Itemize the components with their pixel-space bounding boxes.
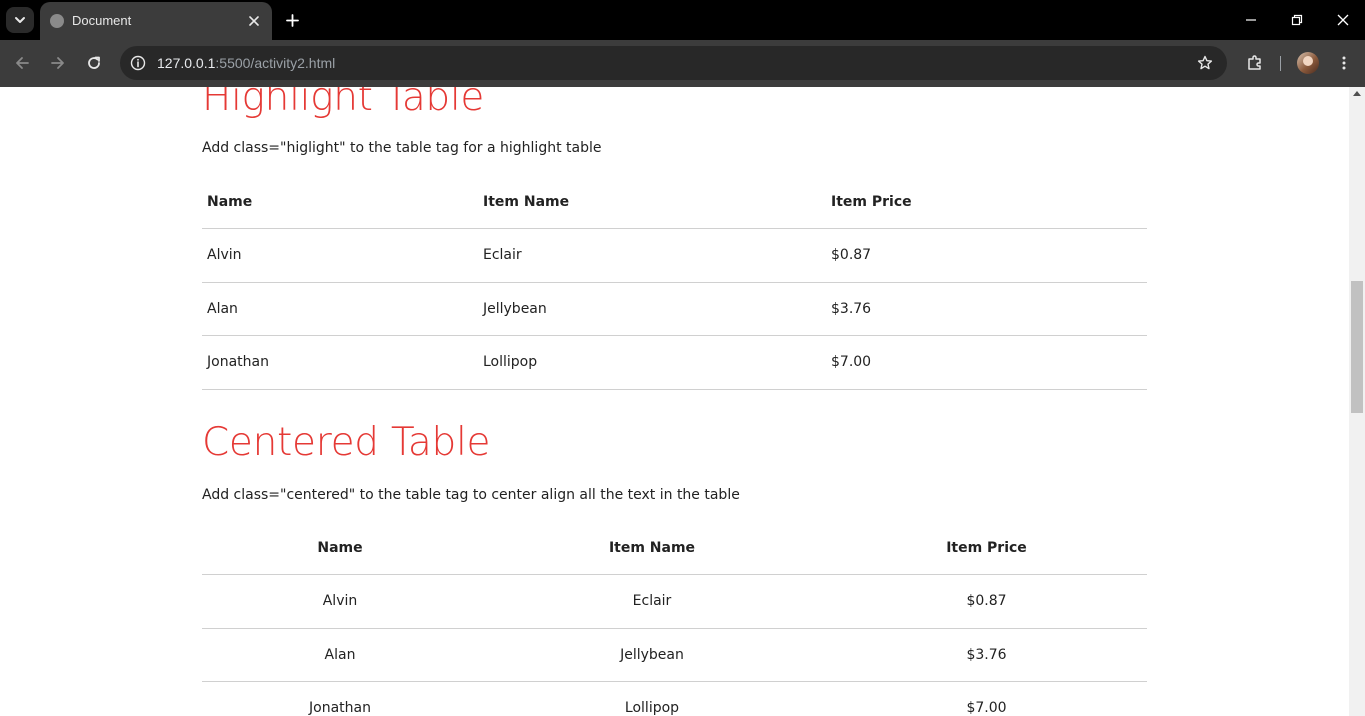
cell-item-price: $0.87 (966, 593, 1007, 610)
new-tab-button[interactable] (280, 8, 304, 32)
site-info-icon[interactable] (128, 53, 148, 73)
page-viewport: Highlight Table Add class="higlight" to … (0, 87, 1349, 716)
table-row: Alan Jellybean $3.76 (202, 628, 1147, 682)
table-row: Alvin Eclair $0.87 (202, 575, 1147, 628)
cell-item-name: Eclair (483, 247, 522, 264)
url-text: 127.0.0.1:5500/activity2.html (157, 55, 335, 71)
cell-item-price: $7.00 (966, 700, 1007, 716)
cell-name: Alan (207, 300, 238, 317)
tab-search-button[interactable] (6, 7, 34, 33)
table-header-row: Name Item Name Item Price (202, 175, 1147, 229)
cell-item-name: Lollipop (483, 354, 538, 371)
column-header-item-price: Item Price (831, 193, 912, 210)
cell-item-name: Eclair (632, 593, 672, 610)
restore-icon (1291, 14, 1303, 26)
globe-icon (50, 14, 64, 28)
column-header-name: Name (207, 193, 253, 210)
tab-strip: Document (0, 0, 1365, 40)
highlight-table-title: Highlight Table (202, 87, 485, 120)
close-icon (249, 16, 259, 26)
page-scrollbar[interactable] (1349, 87, 1365, 716)
tab-title: Document (72, 13, 132, 28)
url-host: 127.0.0.1 (157, 55, 216, 71)
arrow-left-icon (16, 57, 29, 69)
table-row: Alan Jellybean $3.76 (202, 282, 1147, 336)
highlight-table-description: Add class="higlight" to the table tag fo… (202, 140, 602, 156)
column-header-item-name: Item Name (483, 193, 570, 210)
back-button[interactable] (10, 51, 34, 75)
restore-button[interactable] (1285, 8, 1309, 32)
chevron-down-icon (15, 17, 25, 23)
address-bar[interactable]: 127.0.0.1:5500/activity2.html (120, 46, 1227, 80)
column-header-item-name: Item Name (608, 539, 696, 556)
active-tab[interactable]: Document (40, 2, 272, 40)
cell-name: Jonathan (309, 700, 371, 716)
cell-name: Alvin (322, 593, 358, 610)
cell-name: Jonathan (207, 354, 269, 371)
arrow-right-icon (51, 57, 64, 69)
extensions-button[interactable] (1243, 51, 1267, 75)
profile-avatar[interactable] (1297, 52, 1319, 74)
window-close-button[interactable] (1331, 8, 1355, 32)
scrollbar-thumb[interactable] (1351, 281, 1363, 413)
minimize-icon (1246, 19, 1256, 21)
tab-close-button[interactable] (244, 11, 264, 31)
toolbar-divider (1280, 56, 1281, 71)
cell-item-name: Jellybean (620, 646, 684, 663)
cell-item-price: $3.76 (966, 646, 1007, 663)
browser-toolbar: 127.0.0.1:5500/activity2.html (0, 40, 1365, 87)
browser-menu-button[interactable] (1332, 51, 1356, 75)
cell-item-name: Lollipop (624, 700, 680, 716)
minimize-button[interactable] (1239, 8, 1263, 32)
cell-item-price: $7.00 (831, 354, 872, 371)
centered-table-description: Add class="centered" to the table tag to… (202, 487, 740, 503)
scroll-up-arrow-icon[interactable] (1353, 91, 1361, 96)
cell-item-price: $3.76 (831, 300, 872, 317)
cell-name: Alvin (207, 247, 242, 264)
centered-table-title: Centered Table (202, 420, 491, 465)
column-header-name: Name (317, 539, 363, 556)
table-row: Jonathan Lollipop $7.00 (202, 682, 1147, 716)
cell-item-price: $0.87 (831, 247, 872, 264)
plus-icon (285, 13, 299, 27)
bookmark-star-button[interactable] (1195, 53, 1215, 73)
close-icon (1337, 14, 1349, 26)
centered-table: Name Item Name Item Price Alvin Eclair $… (202, 521, 1147, 716)
table-row: Jonathan Lollipop $7.00 (202, 336, 1147, 389)
table-header-row: Name Item Name Item Price (202, 521, 1147, 575)
reload-icon (88, 56, 100, 69)
url-path: :5500/activity2.html (215, 55, 336, 71)
star-icon (1197, 55, 1213, 70)
more-vertical-icon (1342, 56, 1346, 70)
column-header-item-price: Item Price (946, 539, 1027, 556)
puzzle-icon (1248, 55, 1261, 70)
highlight-table: Name Item Name Item Price Alvin Eclair $… (202, 175, 1147, 390)
forward-button[interactable] (46, 51, 70, 75)
cell-name: Alan (324, 646, 356, 663)
cell-item-name: Jellybean (483, 300, 547, 317)
reload-button[interactable] (82, 51, 106, 75)
table-row: Alvin Eclair $0.87 (202, 229, 1147, 282)
